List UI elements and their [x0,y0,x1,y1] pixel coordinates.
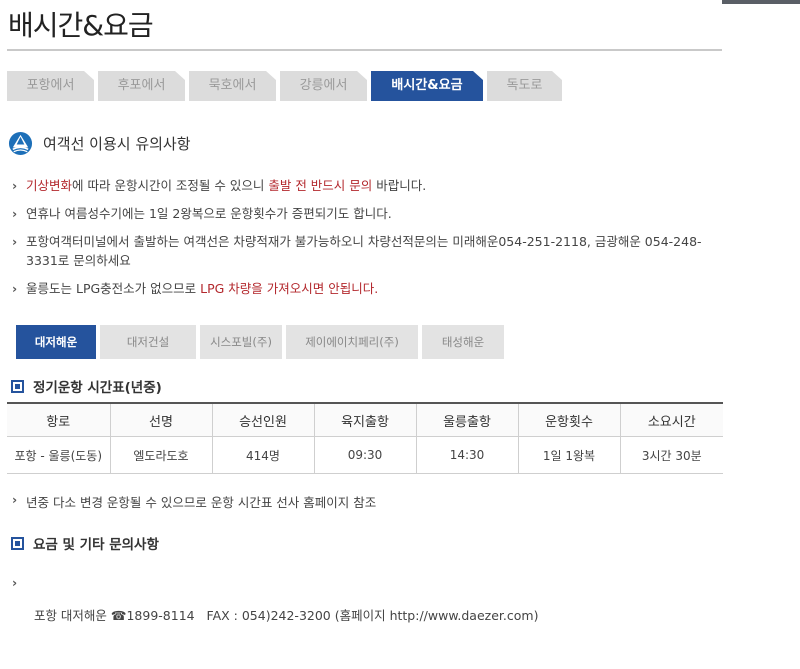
table-cell: 포항 - 울릉(도동) [7,436,111,474]
company-tab-jh-ferry[interactable]: 제이에이치페리(주) [286,325,418,359]
table-cell: 3시간 30분 [620,436,723,474]
column-header: 승선인원 [212,402,315,437]
chevron-right-icon: › [12,281,18,296]
list-item: › 기상변화에 따라 운항시간이 조정될 수 있으니 출발 전 반드시 문의 바… [12,178,427,193]
table-row: 포항 - 울릉(도동) 엘도라도호 414명 09:30 14:30 1일 1왕… [7,436,723,474]
port-tabs: 포항에서 후포에서 묵호에서 강릉에서 배시간&요금 독도로 [7,71,722,101]
table-header-row: 항로 선명 승선인원 육지출항 울릉출항 운항횟수 소요시간 [7,402,723,437]
table-cell: 엘도라도호 [110,436,213,474]
schedule-table: 항로 선명 승선인원 육지출항 울릉출항 운항횟수 소요시간 포항 - 울릉(도… [7,402,723,474]
fare-contact: › 포항 대저해운 ☎1899-8114 FAX : 054)242-3200 … [12,575,539,623]
ship-logo-icon [8,131,33,155]
list-item: › 연휴나 여름성수기에는 1일 2왕복으로 운항횟수가 증편되기도 합니다. [12,206,392,221]
list-item: › 울릉도는 LPG충전소가 없으므로 LPG 차량을 가져오시면 안됩니다. [12,281,379,296]
square-bullet-icon [11,536,24,550]
chevron-right-icon: › [12,492,18,507]
title-divider [7,49,722,51]
page-title: 배시간&요금 [8,9,154,42]
company-tab-taesung[interactable]: 태성해운 [422,325,504,359]
chevron-right-icon: › [12,178,18,193]
schedule-note: › 년중 다소 변경 운항될 수 있으므로 운항 시간표 선사 홈페이지 참조 [12,492,377,510]
column-header: 울릉출항 [416,402,519,437]
notice-list: › 기상변화에 따라 운항시간이 조정될 수 있으니 출발 전 반드시 문의 바… [12,176,722,307]
tab-pohang[interactable]: 포항에서 [7,71,94,101]
column-header: 소요시간 [620,402,723,437]
tab-hupo[interactable]: 후포에서 [98,71,185,101]
tab-schedule-fare[interactable]: 배시간&요금 [371,71,483,101]
schedule-heading: 정기운항 시간표(년중) [11,376,162,396]
schedule-heading-text: 정기운항 시간표(년중) [33,380,162,396]
table-cell: 09:30 [314,436,417,474]
company-tab-seaspovill[interactable]: 시스포빌(주) [200,325,282,359]
top-right-strip [722,0,800,4]
fare-heading-text: 요금 및 기타 문의사항 [33,537,159,553]
tab-mukho[interactable]: 묵호에서 [189,71,276,101]
chevron-right-icon: › [12,234,18,249]
table-cell: 414명 [212,436,315,474]
notice-heading: 여객선 이용시 유의사항 [8,130,191,156]
company-tab-daezer[interactable]: 대저해운 [16,325,96,359]
square-bullet-icon [11,379,24,393]
fare-heading: 요금 및 기타 문의사항 [11,533,159,553]
table-cell: 14:30 [416,436,519,474]
tab-dokdo[interactable]: 독도로 [487,71,562,101]
column-header: 항로 [7,402,111,437]
list-item: › 포항여객터미널에서 출발하는 여객선은 차량적재가 불가능하오니 차량선적문… [12,234,702,268]
chevron-right-icon: › [12,206,18,221]
notice-heading-text: 여객선 이용시 유의사항 [43,134,191,153]
table-cell: 1일 1왕복 [518,436,621,474]
company-tab-daezer-construction[interactable]: 대저건설 [100,325,196,359]
tab-gangneung[interactable]: 강릉에서 [280,71,367,101]
chevron-right-icon: › [12,575,18,590]
column-header: 운항횟수 [518,402,621,437]
column-header: 선명 [110,402,213,437]
column-header: 육지출항 [314,402,417,437]
